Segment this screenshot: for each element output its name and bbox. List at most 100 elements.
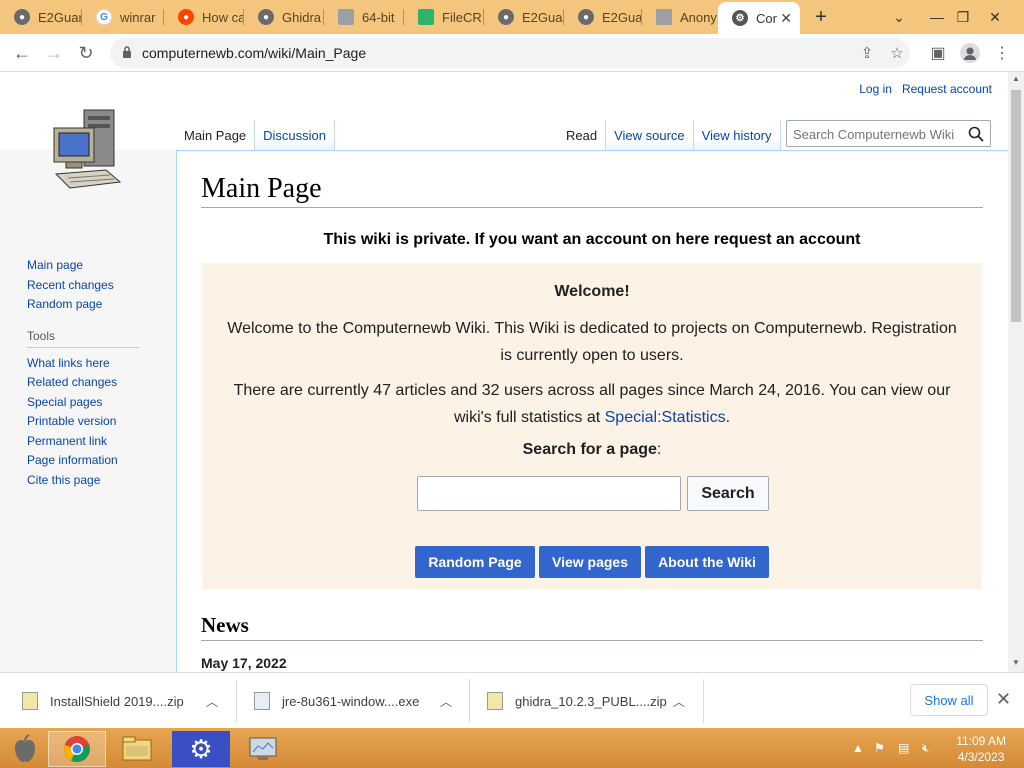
welcome-box: Welcome! Welcome to the Computernewb Wik… (202, 263, 982, 589)
about-the-wiki-button[interactable]: About the Wiki (645, 546, 769, 578)
download-filename: InstallShield 2019....zip (50, 693, 184, 709)
sidebar: Main page Recent changes Random page Too… (27, 256, 147, 490)
download-filename: ghidra_10.2.3_PUBL....zip (515, 693, 667, 709)
tab-discussion[interactable]: Discussion (255, 120, 336, 150)
tab-title: Ghidra (282, 9, 322, 25)
close-window-button[interactable]: ✕ (978, 0, 1012, 34)
taskbar-chrome[interactable] (48, 731, 106, 767)
profile-avatar[interactable] (956, 40, 984, 66)
network-icon[interactable]: ▤ (898, 741, 909, 755)
tab-6[interactable]: FileCR (404, 0, 484, 34)
sidebar-item-page-information[interactable]: Page information (27, 451, 147, 471)
browser-tab-strip: ● E2Guar G winrar ● How ca ● Ghidra 64-b… (0, 0, 1024, 34)
address-bar[interactable]: computernewb.com/wiki/Main_Page ⇪ ☆ (110, 38, 910, 68)
tab-2[interactable]: G winrar (82, 0, 164, 34)
tab-read[interactable]: Read (558, 120, 607, 150)
sidebar-item-permanent-link[interactable]: Permanent link (27, 432, 147, 452)
download-filename: jre-8u361-window....exe (282, 693, 420, 709)
tab-9[interactable]: Anony (642, 0, 718, 34)
restore-button[interactable]: ❐ (946, 0, 980, 34)
taskbar-settings[interactable]: ⚙ (172, 731, 230, 767)
sidebar-item-cite-this-page[interactable]: Cite this page (27, 471, 147, 491)
stats-paragraph: There are currently 47 articles and 32 u… (233, 382, 951, 426)
view-pages-button[interactable]: View pages (539, 546, 641, 578)
side-panel-icon[interactable]: ▣ (924, 40, 952, 66)
tab-7[interactable]: ● E2Guar (484, 0, 564, 34)
special-statistics-link[interactable]: Special:Statistics (605, 409, 726, 426)
archive-file-icon (22, 692, 38, 710)
search-icon[interactable] (968, 126, 984, 142)
browser-toolbar: ← → ↻ computernewb.com/wiki/Main_Page ⇪ … (0, 34, 1024, 72)
page-search-button[interactable]: Search (687, 476, 769, 511)
random-page-button[interactable]: Random Page (415, 546, 535, 578)
start-button[interactable] (0, 731, 50, 767)
tab-title: Cor (756, 10, 777, 26)
chevron-up-icon[interactable]: ︿ (206, 693, 218, 710)
sidebar-item-main-page[interactable]: Main page (27, 256, 147, 276)
tab-1[interactable]: ● E2Guar (0, 0, 82, 34)
sidebar-item-related-changes[interactable]: Related changes (27, 373, 147, 393)
sidebar-item-recent-changes[interactable]: Recent changes (27, 276, 147, 296)
menu-kebab-icon[interactable]: ⋮ (988, 40, 1016, 66)
download-item[interactable]: ghidra_10.2.3_PUBL....zip ︿ (487, 681, 697, 721)
tab-view-source[interactable]: View source (606, 120, 694, 150)
welcome-title: Welcome! (554, 283, 630, 300)
new-tab-button[interactable]: + (804, 0, 838, 34)
scrollbar-thumb[interactable] (1011, 90, 1021, 322)
sidebar-item-what-links-here[interactable]: What links here (27, 354, 147, 374)
tab-8[interactable]: ● E2Guar (564, 0, 642, 34)
download-bar: InstallShield 2019....zip ︿ jre-8u361-wi… (0, 672, 1024, 728)
apple-logo-icon (15, 734, 35, 762)
bookmark-star-icon[interactable]: ☆ (886, 42, 908, 64)
back-button[interactable]: ← (8, 40, 36, 66)
download-item[interactable]: jre-8u361-window....exe ︿ (254, 681, 464, 721)
chevron-up-icon[interactable]: ︿ (673, 693, 685, 710)
forward-button[interactable]: → (40, 40, 68, 66)
login-link[interactable]: Log in (859, 82, 892, 96)
tab-5[interactable]: 64-bit (324, 0, 404, 34)
tab-4[interactable]: ● Ghidra (244, 0, 324, 34)
reload-button[interactable]: ↻ (72, 40, 100, 66)
tab-title: 64-bit (362, 9, 395, 25)
wiki-search-input[interactable] (793, 125, 963, 143)
folder-icon (122, 736, 152, 761)
reddit-icon: ● (178, 9, 194, 25)
personal-tools: Log in Request account (859, 82, 992, 96)
page-title: Main Page (201, 173, 983, 208)
close-tab-icon[interactable]: ✕ (780, 10, 792, 27)
taskbar-monitor[interactable] (234, 731, 292, 767)
wiki-icon: ⚙ (732, 10, 748, 26)
show-all-button[interactable]: Show all (910, 684, 988, 716)
globe-icon: ● (258, 9, 274, 25)
sidebar-item-random-page[interactable]: Random page (27, 295, 147, 315)
page-tabs-right: Read View source View history (558, 120, 781, 150)
site-logo[interactable] (48, 106, 128, 196)
tray-expand-icon[interactable]: ▲ (852, 741, 864, 755)
wiki-search-box (786, 120, 991, 147)
request-account-link[interactable]: Request account (902, 82, 992, 96)
scroll-down-arrow-icon[interactable]: ▼ (1012, 658, 1020, 667)
tab-3[interactable]: ● How ca (164, 0, 244, 34)
clock-date: 4/3/2023 (957, 750, 1005, 764)
tab-view-history[interactable]: View history (693, 120, 781, 150)
taskbar-explorer[interactable] (108, 731, 166, 767)
system-clock[interactable]: 11:09 AM 4/3/2023 (956, 733, 1006, 765)
sidebar-item-printable-version[interactable]: Printable version (27, 412, 147, 432)
chevron-down-icon[interactable]: ⌄ (882, 0, 916, 34)
tab-active[interactable]: ⚙ Cor ✕ (718, 2, 800, 34)
sidebar-item-special-pages[interactable]: Special pages (27, 393, 147, 413)
download-item[interactable]: InstallShield 2019....zip ︿ (22, 681, 232, 721)
action-center-flag-icon[interactable]: ⚑ (874, 741, 885, 755)
close-download-bar-icon[interactable]: ✕ (996, 689, 1011, 710)
tab-title: E2Guar (38, 9, 82, 25)
chevron-up-icon[interactable]: ︿ (440, 693, 452, 710)
welcome-paragraph: Welcome to the Computernewb Wiki. This W… (227, 320, 957, 364)
scroll-up-arrow-icon[interactable]: ▲ (1012, 74, 1020, 83)
taskbar: ⚙ ▲ ⚑ ▤ 🔇︎ 11:09 AM 4/3/2023 (0, 728, 1024, 768)
page-search-input[interactable] (417, 476, 681, 511)
lock-icon (123, 46, 131, 58)
share-icon[interactable]: ⇪ (856, 42, 878, 64)
tab-main-page[interactable]: Main Page (176, 120, 256, 150)
page-scrollbar[interactable]: ▲ ▼ (1008, 72, 1024, 672)
volume-muted-icon[interactable]: 🔇︎ (922, 741, 930, 756)
